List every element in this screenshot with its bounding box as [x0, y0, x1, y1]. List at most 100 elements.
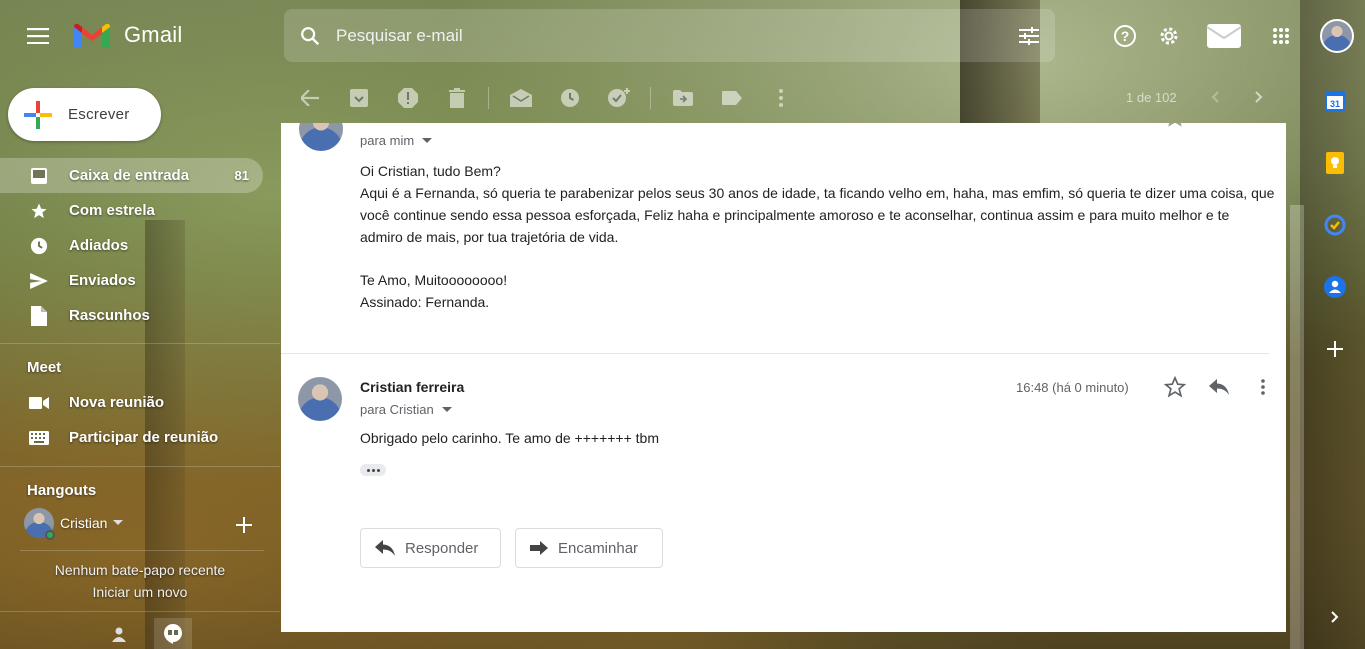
search-input[interactable]	[336, 25, 1003, 46]
sidebar-item-new-meeting[interactable]: Nova reunião	[0, 385, 263, 420]
sidebar-nav: Caixa de entrada 81 Com estrela Adiados …	[0, 158, 263, 333]
svg-text:?: ?	[1121, 28, 1130, 44]
reply-button[interactable]	[1197, 371, 1241, 403]
more-button[interactable]	[1241, 371, 1285, 403]
show-trimmed-content-button[interactable]	[360, 464, 386, 476]
hide-side-panel-button[interactable]	[1322, 604, 1348, 630]
star-icon	[28, 200, 50, 222]
add-task-button[interactable]	[599, 78, 639, 118]
gear-icon	[1160, 27, 1178, 45]
message-actions-clipped	[1153, 123, 1197, 131]
hangouts-user[interactable]: Cristian	[24, 508, 124, 540]
keep-app-button[interactable]	[1313, 142, 1357, 184]
sidebar-item-drafts[interactable]: Rascunhos	[0, 298, 263, 333]
sidebar-divider	[0, 343, 280, 344]
sidebar-item-sent[interactable]: Enviados	[0, 263, 263, 298]
report-spam-button[interactable]	[388, 78, 428, 118]
person-icon	[112, 627, 126, 642]
page-scrollbar[interactable]	[1290, 205, 1304, 649]
sidebar-item-join-meeting[interactable]: Participar de reunião	[0, 420, 263, 455]
reply-action-button[interactable]: Responder	[360, 528, 501, 568]
back-button[interactable]	[290, 78, 330, 118]
chevron-down-icon	[441, 406, 452, 412]
body-line: Oi Cristian, tudo Bem?	[360, 163, 501, 179]
inbox-icon	[28, 165, 50, 187]
search-options-button[interactable]	[1003, 9, 1055, 62]
tasks-app-button[interactable]	[1313, 204, 1357, 246]
send-icon	[28, 270, 50, 292]
mark-unread-icon	[510, 89, 532, 107]
chevron-right-icon	[1255, 91, 1263, 103]
sidebar-item-label: Participar de reunião	[69, 429, 219, 446]
move-to-button[interactable]	[663, 78, 703, 118]
task-add-icon	[608, 88, 630, 107]
sidebar-item-label: Rascunhos	[69, 307, 150, 324]
gmail-logo[interactable]: Gmail	[72, 20, 182, 50]
unread-count: 81	[234, 168, 249, 183]
plus-colored-icon	[24, 100, 52, 129]
hangouts-user-name: Cristian	[60, 515, 108, 531]
recipient-text: para mim	[360, 133, 415, 148]
settings-button[interactable]	[1147, 14, 1191, 58]
sidebar-divider	[0, 611, 280, 612]
sidebar-item-label: Com estrela	[69, 202, 155, 219]
reply-icon	[1209, 379, 1229, 395]
top-bar: Gmail ?	[0, 0, 1365, 70]
chevron-left-icon	[1211, 91, 1219, 103]
get-addons-button[interactable]	[1313, 328, 1357, 370]
gmail-m-icon	[74, 23, 110, 48]
contacts-tab[interactable]	[100, 618, 138, 649]
account-button[interactable]	[1315, 14, 1359, 58]
forward-action-button[interactable]: Encaminhar	[515, 528, 663, 568]
tasks-icon	[1324, 214, 1346, 236]
older-button[interactable]	[1244, 84, 1274, 110]
more-vertical-icon	[779, 89, 783, 107]
recipient-text: para Cristian	[360, 402, 434, 417]
calendar-app-button[interactable]: 31	[1313, 80, 1357, 122]
star-button[interactable]	[1153, 371, 1197, 403]
archive-button[interactable]	[339, 78, 379, 118]
sidebar-item-snoozed[interactable]: Adiados	[0, 228, 263, 263]
start-new-chat-link[interactable]: Iniciar um novo	[0, 584, 280, 600]
snooze-button[interactable]	[550, 78, 590, 118]
compose-label: Escrever	[68, 106, 130, 123]
pagination-text: 1 de 102	[1126, 90, 1177, 105]
body-line: Te Amo, Muitoooooooo!	[360, 272, 508, 288]
message-body: Obrigado pelo carinho. Te amo de +++++++…	[360, 430, 660, 446]
new-chat-button[interactable]	[232, 513, 256, 537]
account-avatar	[1320, 19, 1354, 53]
draft-icon	[28, 305, 50, 327]
mail-theme-button[interactable]	[1191, 14, 1257, 58]
clock-icon	[561, 89, 579, 107]
message-time: 16:48 (há 0 minuto)	[1016, 380, 1129, 395]
mark-unread-button[interactable]	[501, 78, 541, 118]
delete-button[interactable]	[437, 78, 477, 118]
star-button[interactable]	[1153, 123, 1197, 131]
hangouts-tab[interactable]	[154, 618, 192, 649]
reply-label: Responder	[405, 539, 479, 557]
sidebar-item-label: Caixa de entrada	[69, 167, 190, 184]
sender-avatar	[299, 123, 343, 151]
message-separator	[281, 353, 1269, 354]
sidebar-item-starred[interactable]: Com estrela	[0, 193, 263, 228]
search-button[interactable]	[284, 9, 336, 62]
labels-button[interactable]	[712, 78, 752, 118]
svg-text:31: 31	[1330, 99, 1340, 109]
newer-button[interactable]	[1200, 84, 1230, 110]
recipient-line[interactable]: para mim	[360, 133, 433, 148]
apps-grid-icon	[1273, 28, 1289, 44]
chevron-down-icon	[422, 137, 433, 143]
main-menu-button[interactable]	[16, 14, 60, 58]
search-bar	[284, 9, 1055, 62]
hamburger-menu-icon	[27, 28, 49, 44]
compose-button[interactable]: Escrever	[8, 88, 161, 141]
more-options-button[interactable]	[761, 78, 801, 118]
search-icon	[301, 26, 320, 45]
meet-section-title: Meet	[27, 359, 62, 376]
recipient-line[interactable]: para Cristian	[360, 402, 452, 417]
contacts-app-button[interactable]	[1313, 266, 1357, 308]
online-status-dot	[45, 530, 55, 540]
google-apps-button[interactable]	[1259, 14, 1303, 58]
sidebar-item-inbox[interactable]: Caixa de entrada 81	[0, 158, 263, 193]
support-button[interactable]: ?	[1103, 14, 1147, 58]
